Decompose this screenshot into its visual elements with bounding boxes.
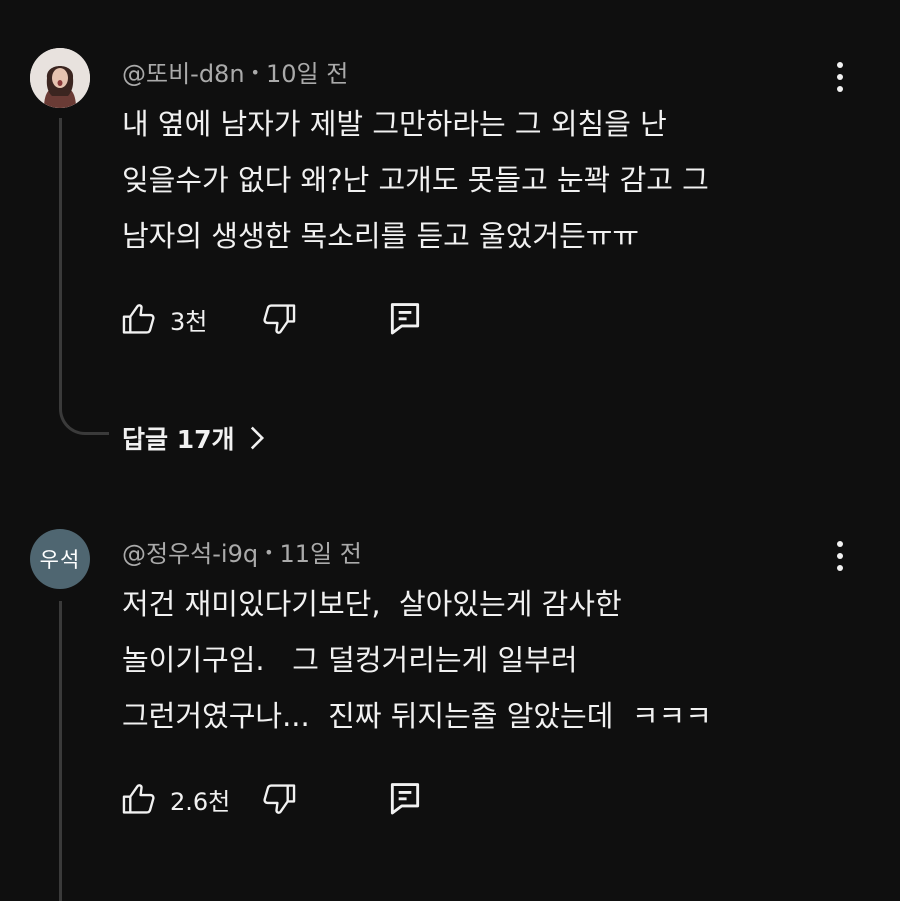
comment-line: 잊을수가 없다 왜?난 고개도 못들고 눈꽉 감고 그 bbox=[122, 163, 709, 197]
avatar-initials: 우석 bbox=[39, 548, 81, 572]
comment-text: 저건 재미있다기보단, 살아있는게 감사한 놀이기구임. 그 덜컹거리는게 일부… bbox=[122, 584, 822, 752]
comment-reply-icon bbox=[390, 303, 420, 335]
comment-actions: 3천 bbox=[120, 297, 440, 341]
reply-button[interactable] bbox=[386, 779, 424, 817]
comment-meta: @또비-d8n • 10일 전 bbox=[122, 54, 348, 89]
thread-connector bbox=[59, 380, 109, 435]
comment-line: 남자의 생생한 목소리를 듣고 울었거든ㅠㅠ bbox=[122, 219, 640, 253]
meta-separator: • bbox=[250, 63, 260, 82]
thumbs-up-icon bbox=[122, 784, 155, 814]
thumbs-down-icon bbox=[263, 304, 296, 334]
comment-author[interactable]: @또비-d8n bbox=[122, 60, 245, 88]
comment-line: 그런거였구나... 진짜 뒤지는줄 알았는데 ㅋㅋㅋ bbox=[122, 699, 712, 733]
like-button[interactable]: 2.6천 bbox=[120, 777, 230, 821]
reply-button[interactable] bbox=[386, 299, 424, 337]
comment-reply-icon bbox=[390, 783, 420, 815]
dislike-button[interactable] bbox=[260, 300, 298, 338]
like-count: 3천 bbox=[170, 307, 208, 336]
thread-line bbox=[59, 118, 62, 388]
user-avatar[interactable] bbox=[30, 48, 90, 108]
comment-author[interactable]: @정우석-i9q bbox=[122, 540, 258, 568]
thread-line bbox=[59, 601, 62, 901]
like-count: 2.6천 bbox=[170, 787, 231, 816]
comment-text: 내 옆에 남자가 제발 그만하라는 그 외침을 난 잊을수가 없다 왜?난 고개… bbox=[122, 104, 822, 272]
comment-meta: @정우석-i9q • 11일 전 bbox=[122, 534, 362, 569]
comment-time: 10일 전 bbox=[265, 60, 349, 88]
dislike-button[interactable] bbox=[260, 780, 298, 818]
replies-label: 답글 17개 bbox=[122, 425, 235, 454]
user-avatar[interactable]: 우석 bbox=[30, 529, 90, 589]
more-vert-icon[interactable] bbox=[832, 62, 848, 96]
comment-time: 11일 전 bbox=[279, 540, 362, 568]
like-button[interactable]: 3천 bbox=[120, 297, 207, 341]
avatar-photo-icon bbox=[30, 48, 90, 108]
chevron-right-icon bbox=[250, 426, 264, 450]
meta-separator: • bbox=[264, 543, 274, 562]
comment-thread: @또비-d8n • 10일 전 내 옆에 남자가 제발 그만하라는 그 외침을 난 … bbox=[0, 0, 900, 470]
thumbs-down-icon bbox=[263, 784, 296, 814]
view-replies-button[interactable]: 답글 17개 bbox=[122, 418, 265, 458]
comment-line: 내 옆에 남자가 제발 그만하라는 그 외침을 난 bbox=[122, 107, 667, 141]
thumbs-up-icon bbox=[122, 304, 155, 334]
comment-line: 저건 재미있다기보단, 살아있는게 감사한 bbox=[122, 587, 622, 621]
comment-line: 놀이기구임. 그 덜컹거리는게 일부러 bbox=[122, 643, 578, 677]
comment-thread: 우석 @정우석-i9q • 11일 전 저건 재미있다기보단, 살아있는게 감사한 … bbox=[0, 505, 900, 901]
comment-actions: 2.6천 bbox=[120, 777, 440, 821]
more-vert-icon[interactable] bbox=[832, 541, 848, 575]
